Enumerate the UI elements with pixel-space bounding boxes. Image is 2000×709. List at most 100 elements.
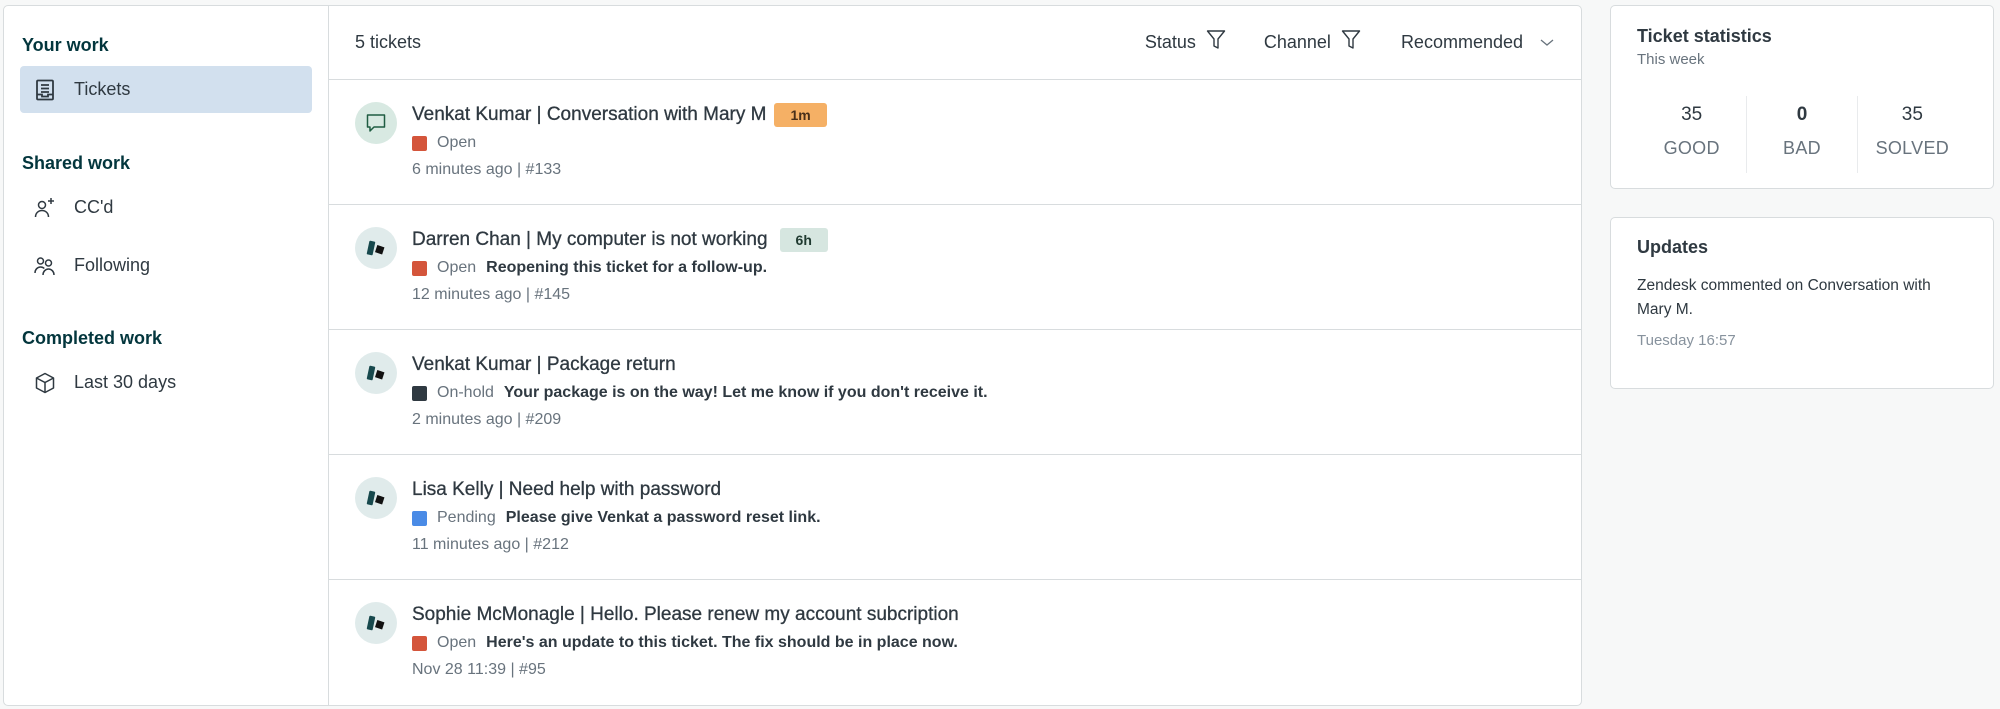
stat-value: 35 bbox=[1901, 104, 1923, 125]
status-filter-button[interactable]: Status bbox=[1145, 29, 1226, 56]
sort-label: Recommended bbox=[1400, 32, 1523, 52]
zendesk-logo-icon bbox=[364, 612, 388, 634]
zendesk-logo-icon bbox=[364, 362, 388, 384]
section-title-shared-work: Shared work bbox=[22, 153, 131, 173]
sla-badge: 6h bbox=[779, 228, 828, 252]
filter-icon bbox=[1341, 29, 1361, 56]
ticket-body: Sophie McMonagle | Hello. Please renew m… bbox=[412, 602, 959, 705]
sort-dropdown[interactable]: Recommended bbox=[1401, 32, 1555, 53]
updates-title: Updates bbox=[1637, 237, 1709, 257]
ticket-body: Venkat Kumar | Conversation with Mary M … bbox=[412, 102, 827, 204]
zendesk-logo-icon bbox=[364, 237, 388, 259]
ticket-status-line: On-hold Your package is on the way! Let … bbox=[412, 382, 988, 404]
updates-card: Updates Zendesk commented on Conversatio… bbox=[1610, 217, 1994, 389]
ticket-meta: Nov 28 11:39 | #95 bbox=[412, 661, 546, 678]
sidebar-item-label: Following bbox=[74, 255, 151, 275]
ticket-row[interactable]: Lisa Kelly | Need help with password Pen… bbox=[329, 455, 1581, 580]
ticket-title[interactable]: Lisa Kelly | Need help with password bbox=[412, 479, 721, 501]
update-time: Tuesday 16:57 bbox=[1637, 332, 1736, 349]
ticket-status-line: Pending Please give Venkat a password re… bbox=[412, 507, 821, 529]
filter-icon bbox=[1206, 29, 1226, 56]
latest-message: Please give Venkat a password reset link… bbox=[505, 509, 821, 526]
ticket-list: 5 tickets Status Channel Recommended Ven… bbox=[329, 6, 1581, 705]
sidebar-item-label: Last 30 days bbox=[74, 372, 177, 392]
ticket-body: Darren Chan | My computer is not working… bbox=[412, 227, 828, 329]
user-plus-icon bbox=[34, 197, 56, 219]
sidebar-item-label: CC'd bbox=[74, 197, 114, 217]
stat-value: 35 bbox=[1681, 104, 1703, 125]
ticket-avatar bbox=[355, 102, 397, 144]
section-title-your-work: Your work bbox=[22, 35, 109, 55]
ticket-count: 5 tickets bbox=[355, 32, 422, 52]
ticket-status-line: Open bbox=[412, 132, 827, 154]
ticket-title-line: Venkat Kumar | Conversation with Mary M … bbox=[412, 102, 827, 128]
ticket-status-line: Open Here's an update to this ticket. Th… bbox=[412, 632, 959, 654]
ticket-meta: 2 minutes ago | #209 bbox=[412, 411, 562, 428]
status-label: Pending bbox=[437, 509, 496, 526]
ticket-title-line: Sophie McMonagle | Hello. Please renew m… bbox=[412, 602, 959, 628]
ticket-row[interactable]: Darren Chan | My computer is not working… bbox=[329, 205, 1581, 330]
stat-label: GOOD bbox=[1663, 138, 1720, 158]
sidebar-item-ccd[interactable]: CC'd bbox=[20, 184, 312, 231]
channel-filter-label: Channel bbox=[1263, 32, 1331, 52]
main-panel: Your work Tickets Shared work CC'd Follo… bbox=[3, 5, 1582, 706]
sidebar-item-tickets[interactable]: Tickets bbox=[20, 66, 312, 113]
ticket-row[interactable]: Venkat Kumar | Conversation with Mary M … bbox=[329, 80, 1581, 205]
status-label: Open bbox=[437, 634, 477, 651]
sidebar-item-label: Tickets bbox=[74, 79, 131, 99]
stat-label: BAD bbox=[1783, 138, 1821, 158]
ticket-avatar bbox=[355, 227, 397, 269]
chevron-down-icon bbox=[1539, 32, 1555, 53]
ticket-row[interactable]: Venkat Kumar | Package return On-hold Yo… bbox=[329, 330, 1581, 455]
status-indicator bbox=[412, 510, 427, 526]
sidebar-item-last-30-days[interactable]: Last 30 days bbox=[20, 359, 312, 406]
ticket-avatar bbox=[355, 602, 397, 644]
ticket-row[interactable]: Sophie McMonagle | Hello. Please renew m… bbox=[329, 580, 1581, 705]
latest-message: Reopening this ticket for a follow-up. bbox=[486, 259, 768, 276]
ticket-meta: 6 minutes ago | #133 bbox=[412, 161, 562, 178]
ticket-list-header: 5 tickets Status Channel Recommended bbox=[329, 6, 1581, 80]
status-label: Open bbox=[437, 259, 477, 276]
ticket-title-line: Lisa Kelly | Need help with password bbox=[412, 477, 821, 503]
stat-value: 0 bbox=[1796, 104, 1808, 125]
stats-subtitle: This week bbox=[1637, 51, 1705, 68]
ticket-title[interactable]: Venkat Kumar | Package return bbox=[412, 354, 676, 376]
stat-label: SOLVED bbox=[1875, 138, 1950, 158]
latest-message: Your package is on the way! Let me know … bbox=[503, 384, 988, 401]
ticket-title[interactable]: Sophie McMonagle | Hello. Please renew m… bbox=[412, 604, 959, 626]
stats-row: 35 GOOD 0 BAD 35 SOLVED bbox=[1637, 96, 1967, 173]
inbox-icon bbox=[34, 79, 56, 101]
ticket-title-line: Venkat Kumar | Package return bbox=[412, 352, 988, 378]
ticket-avatar bbox=[355, 477, 397, 519]
ticket-statistics-card: Ticket statistics This week 35 GOOD 0 BA… bbox=[1610, 5, 1994, 189]
status-indicator bbox=[412, 260, 427, 276]
header-controls: Status Channel Recommended bbox=[1145, 29, 1555, 56]
ticket-meta: 11 minutes ago | #212 bbox=[412, 536, 569, 553]
ticket-meta: 12 minutes ago | #145 bbox=[412, 286, 571, 303]
stats-title: Ticket statistics bbox=[1637, 26, 1772, 46]
zendesk-logo-icon bbox=[364, 487, 388, 509]
sidebar-item-following[interactable]: Following bbox=[20, 242, 312, 289]
stat-good: 35 GOOD bbox=[1637, 96, 1746, 173]
stat-bad: 0 BAD bbox=[1746, 96, 1856, 173]
ticket-title[interactable]: Venkat Kumar | Conversation with Mary M bbox=[412, 104, 767, 126]
channel-filter-button[interactable]: Channel bbox=[1264, 29, 1361, 56]
box-icon bbox=[34, 372, 56, 394]
status-label: On-hold bbox=[437, 384, 494, 401]
stat-solved: 35 SOLVED bbox=[1856, 96, 1967, 173]
section-title-completed-work: Completed work bbox=[22, 328, 163, 348]
sidebar: Your work Tickets Shared work CC'd Follo… bbox=[4, 6, 329, 705]
status-indicator bbox=[412, 135, 427, 151]
users-icon bbox=[34, 255, 56, 277]
status-indicator bbox=[412, 385, 427, 401]
ticket-title-line: Darren Chan | My computer is not working… bbox=[412, 227, 828, 253]
ticket-body: Venkat Kumar | Package return On-hold Yo… bbox=[412, 352, 988, 454]
chat-bubble-icon bbox=[365, 112, 387, 134]
status-indicator bbox=[412, 635, 427, 651]
update-text[interactable]: Zendesk commented on Conversation with M… bbox=[1637, 274, 1967, 322]
status-filter-label: Status bbox=[1144, 32, 1196, 52]
sla-badge: 1m bbox=[774, 103, 827, 127]
ticket-title[interactable]: Darren Chan | My computer is not working bbox=[412, 229, 768, 251]
ticket-body: Lisa Kelly | Need help with password Pen… bbox=[412, 477, 821, 579]
latest-message: Here's an update to this ticket. The fix… bbox=[486, 634, 958, 651]
